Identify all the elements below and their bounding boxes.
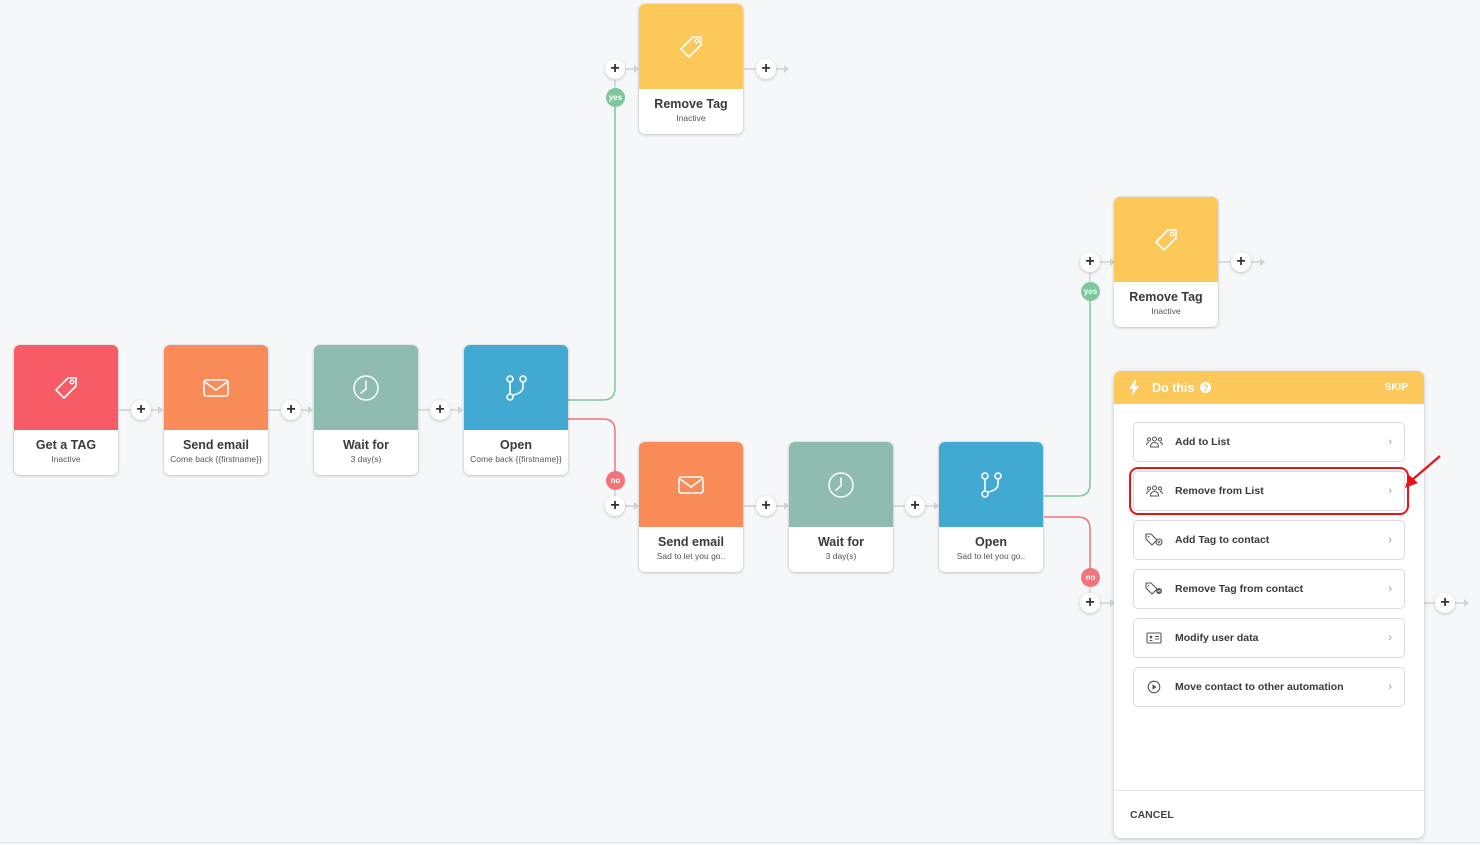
users-icon (1145, 484, 1163, 498)
branch-icon (506, 374, 527, 401)
option-label: Remove Tag from contact (1175, 583, 1304, 595)
node-subtitle: 3 day(s) (825, 551, 857, 561)
add-step-button[interactable]: + (605, 496, 625, 516)
add-step-button[interactable]: + (1231, 252, 1251, 272)
node-title: Open (975, 535, 1007, 549)
no-branch-line (1044, 516, 1091, 569)
add-step-button[interactable]: + (281, 400, 301, 420)
chevron-right-icon: › (1388, 681, 1392, 693)
node-header (1114, 197, 1218, 282)
chevron-right-icon: › (1388, 583, 1392, 595)
chevron-right-icon: › (1388, 485, 1392, 497)
add-step-button[interactable]: + (131, 400, 151, 420)
clock-icon (353, 374, 379, 401)
option-label: Add Tag to contact (1175, 534, 1270, 546)
tag-icon (1155, 228, 1177, 251)
option-label: Move contact to other automation (1175, 681, 1344, 693)
node-title: Send email (658, 535, 724, 549)
add-step-button[interactable]: + (430, 400, 450, 420)
node-subtitle: Sad to let you go.. (656, 551, 726, 561)
help-icon[interactable]: ? (1200, 382, 1212, 393)
tag-add-icon (1145, 533, 1163, 547)
node-open-2[interactable]: Open Sad to let you go.. (939, 442, 1043, 572)
node-title: Open (500, 438, 532, 452)
node-header (314, 345, 418, 430)
envelope-icon (203, 378, 229, 397)
no-badge: no (1081, 568, 1100, 587)
node-header (639, 442, 743, 527)
node-header (789, 442, 893, 527)
chevron-right-icon: › (1388, 534, 1392, 546)
option-modify-user-data[interactable]: Modify user data › (1133, 618, 1405, 658)
canvas-bottom-border (0, 842, 1480, 843)
clock-icon (828, 471, 854, 498)
cancel-button[interactable]: CANCEL (1114, 790, 1424, 838)
tag-icon (680, 35, 702, 58)
option-move-contact-to-other-automation[interactable]: Move contact to other automation › (1133, 667, 1405, 707)
panel-title: Do this (1152, 380, 1195, 395)
node-title: Wait for (817, 535, 865, 549)
node-subtitle: 3 day(s) (350, 454, 382, 464)
no-badge: no (606, 471, 625, 490)
add-step-button[interactable]: + (605, 59, 625, 79)
lightning-icon (1129, 379, 1139, 396)
node-title: Wait for (342, 438, 390, 452)
option-remove-tag-from-contact[interactable]: Remove Tag from contact › (1133, 569, 1405, 609)
add-step-button[interactable]: + (1080, 252, 1100, 272)
option-add-tag-to-contact[interactable]: Add Tag to contact › (1133, 520, 1405, 560)
action-picker-panel: Do this ? SKIP Add to List › Remove from… (1114, 371, 1424, 838)
add-step-button[interactable]: + (756, 59, 776, 79)
node-title: Remove Tag (654, 97, 728, 111)
play-circle-icon (1145, 680, 1163, 694)
node-subtitle: Inactive (1151, 306, 1181, 316)
envelope-icon (678, 475, 704, 494)
node-send-email-1[interactable]: Send email Come back {{firstname}} (164, 345, 268, 475)
node-subtitle: Inactive (51, 454, 81, 464)
option-add-to-list[interactable]: Add to List › (1133, 422, 1405, 462)
yes-branch-line (568, 106, 616, 401)
node-subtitle: Inactive (676, 113, 706, 123)
yes-branch-line (1044, 300, 1091, 497)
option-label: Modify user data (1175, 632, 1259, 644)
skip-button[interactable]: SKIP (1385, 382, 1408, 393)
tag-icon (55, 376, 77, 399)
automation-canvas: Get a TAG Inactive Send email Come back … (0, 0, 1480, 845)
option-label: Remove from List (1175, 485, 1264, 497)
node-wait-2[interactable]: Wait for 3 day(s) (789, 442, 893, 572)
branch-icon (981, 471, 1002, 498)
option-remove-from-list[interactable]: Remove from List › (1129, 467, 1409, 515)
add-step-button[interactable]: + (1080, 593, 1100, 613)
node-subtitle: Come back {{firstname}} (170, 454, 262, 464)
id-card-icon (1145, 631, 1163, 645)
node-subtitle: Come back {{firstname}} (470, 454, 562, 464)
panel-header: Do this ? SKIP (1114, 371, 1424, 404)
node-header (639, 4, 743, 89)
yes-badge: yes (1081, 282, 1100, 301)
yes-badge: yes (606, 88, 625, 107)
add-step-button[interactable]: + (905, 496, 925, 516)
node-header (939, 442, 1043, 527)
node-header (14, 345, 118, 430)
node-wait-1[interactable]: Wait for 3 day(s) (314, 345, 418, 475)
users-icon (1145, 435, 1163, 449)
node-subtitle: Sad to let you go.. (956, 551, 1026, 561)
node-send-email-2[interactable]: Send email Sad to let you go.. (639, 442, 743, 572)
chevron-right-icon: › (1388, 632, 1392, 644)
tag-remove-icon (1145, 582, 1163, 596)
node-get-tag[interactable]: Get a TAG Inactive (14, 345, 118, 475)
option-label: Add to List (1175, 436, 1230, 448)
action-options-list: Add to List › Remove from List › Add Tag… (1114, 404, 1424, 707)
add-step-button[interactable]: + (756, 496, 776, 516)
node-remove-tag-2[interactable]: Remove Tag Inactive (1114, 197, 1218, 327)
node-title: Get a TAG (35, 438, 97, 452)
no-branch-line (568, 418, 616, 472)
node-header (164, 345, 268, 430)
chevron-right-icon: › (1388, 436, 1392, 448)
node-header (464, 345, 568, 430)
node-remove-tag-1[interactable]: Remove Tag Inactive (639, 4, 743, 134)
add-step-button[interactable]: + (1435, 593, 1455, 613)
node-title: Send email (183, 438, 249, 452)
node-title: Remove Tag (1129, 290, 1203, 304)
node-open-1[interactable]: Open Come back {{firstname}} (464, 345, 568, 475)
